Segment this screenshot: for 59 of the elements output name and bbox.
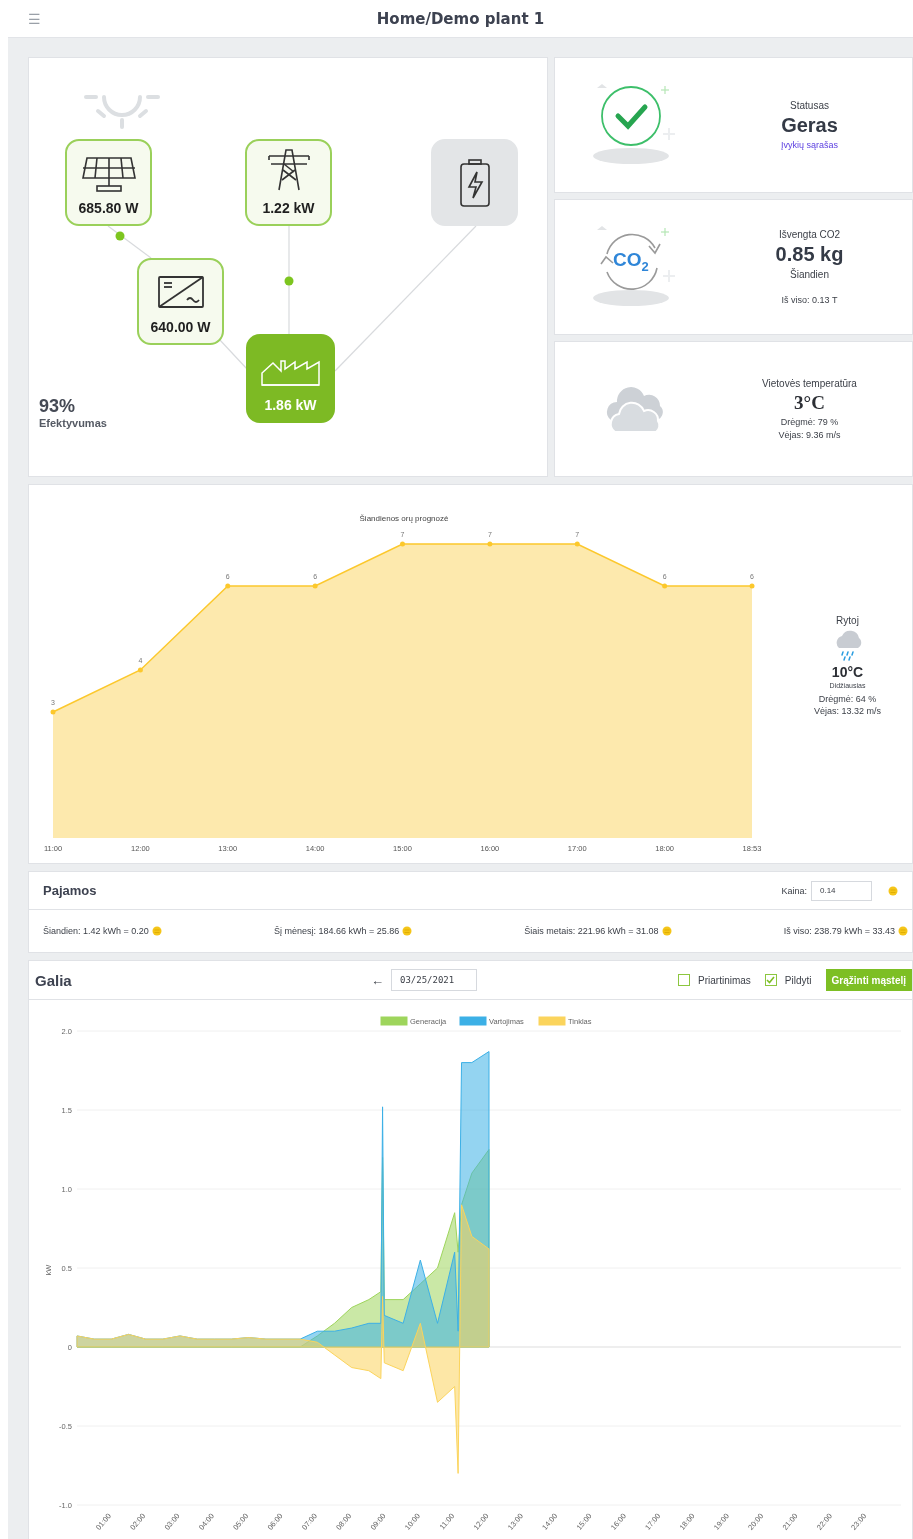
co2-total: Iš viso: 0.13 T bbox=[781, 295, 838, 305]
power-value: 1.22 kW bbox=[262, 200, 315, 216]
period-label: Šiandien bbox=[790, 269, 829, 280]
temperature-label: Vietovės temperatūra bbox=[762, 378, 857, 389]
wind-text: Vėjas: 13.32 m/s bbox=[813, 706, 881, 716]
data-point bbox=[225, 583, 231, 589]
income-text: Šį mėnesį: 184.66 kWh = 25.86 bbox=[273, 926, 400, 936]
data-point bbox=[137, 667, 143, 673]
page-title: Home/Demo plant 1 bbox=[375, 9, 546, 28]
option-label: Priartinimas bbox=[698, 974, 751, 986]
efficiency-label: Efektyvumas bbox=[39, 417, 107, 429]
data-point bbox=[400, 541, 405, 547]
power-value: 1.86 kW bbox=[264, 397, 317, 413]
tomorrow-label: Rytoj bbox=[836, 615, 859, 626]
recycle-arrows-icon bbox=[591, 226, 677, 308]
chart-title: Šiandienos orų prognozė bbox=[359, 514, 449, 523]
humidity-text: Drėgmė: 79 % bbox=[780, 417, 839, 427]
data-point bbox=[487, 541, 493, 547]
data-point bbox=[574, 541, 580, 547]
coin-icon bbox=[898, 926, 908, 936]
income-text: Šiais metais: 221.96 kWh = 31.08 bbox=[524, 926, 659, 936]
data-point bbox=[312, 583, 318, 589]
checkbox[interactable] bbox=[764, 974, 777, 986]
price-label: Kaina: bbox=[781, 885, 807, 896]
income-text: Iš viso: 238.79 kWh = 33.43 bbox=[783, 926, 895, 936]
checkbox[interactable] bbox=[678, 974, 691, 986]
data-point bbox=[662, 583, 668, 589]
power-value: 640.00 W bbox=[150, 319, 211, 335]
connector-line bbox=[218, 338, 248, 370]
event-list-link[interactable]: Įvykių sąrašas bbox=[781, 140, 838, 150]
status-value: Geras bbox=[781, 114, 838, 137]
checkbox-option[interactable]: Pildyti bbox=[764, 974, 812, 986]
humidity-text: Drėgmė: 64 % bbox=[818, 694, 877, 704]
checkbox-option[interactable]: Priartinimas bbox=[678, 974, 751, 986]
co2-label: CO$_{2}$ bbox=[613, 249, 649, 274]
co2-label: Išvengta CO2 bbox=[778, 229, 841, 240]
income-text: Šiandien: 1.42 kWh = 0.20 bbox=[43, 926, 149, 936]
check-icon bbox=[766, 976, 776, 984]
data-point bbox=[50, 709, 56, 715]
coin-icon bbox=[151, 926, 162, 936]
check-circle-icon bbox=[591, 84, 677, 166]
option-label: Pildyti bbox=[784, 974, 812, 986]
section-title: Pajamos bbox=[43, 883, 98, 898]
tomorrow-temperature: 10°C bbox=[831, 664, 864, 680]
efficiency-value: 93% bbox=[39, 396, 77, 417]
data-point bbox=[749, 583, 755, 589]
coin-icon bbox=[661, 926, 672, 936]
co2-value: 0.85 kg bbox=[775, 243, 844, 266]
temperature-value: 3°C bbox=[794, 392, 825, 414]
back-arrow-icon[interactable]: ← bbox=[371, 972, 391, 988]
coin-icon bbox=[402, 926, 413, 936]
power-value: 685.80 W bbox=[78, 200, 139, 216]
price-field[interactable]: 0.14 bbox=[811, 880, 872, 901]
status-label: Statusas bbox=[790, 100, 829, 111]
coin-icon bbox=[888, 885, 898, 896]
connector-line bbox=[107, 225, 152, 259]
section-title: Galia bbox=[35, 971, 73, 989]
wind-text: Vėjas: 9.36 m/s bbox=[778, 430, 841, 440]
date-field[interactable]: 03/25/2021 bbox=[391, 969, 477, 991]
